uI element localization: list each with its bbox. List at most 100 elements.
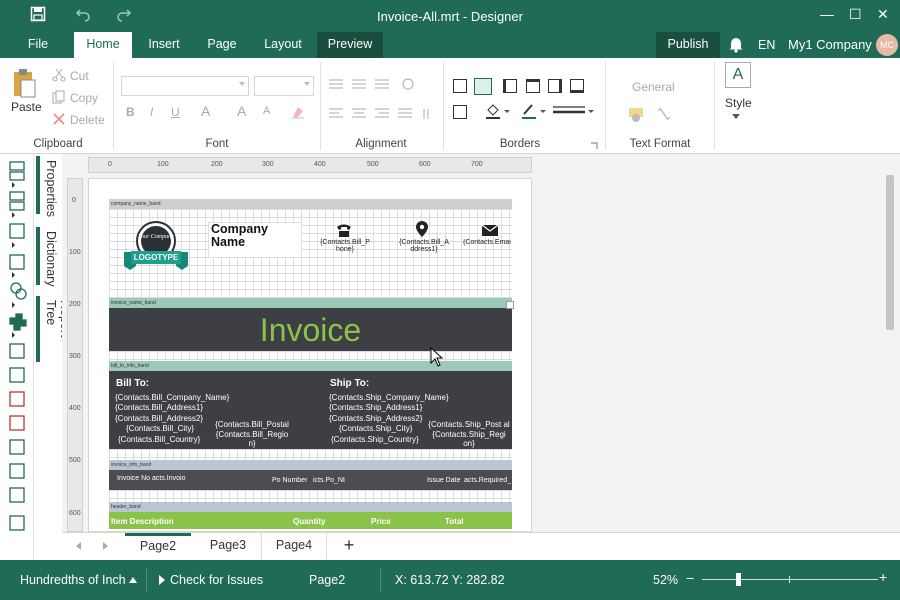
publish-button[interactable]: Publish — [656, 32, 720, 58]
issue-date-label[interactable]: Issue Date — [427, 477, 460, 484]
company-name-text[interactable]: Company Name — [208, 222, 302, 258]
dialog-launcher-icon[interactable] — [590, 142, 598, 150]
header-col[interactable]: Price — [371, 517, 391, 526]
chevron-up-icon[interactable] — [129, 577, 137, 583]
ship-region-field[interactable]: {Contacts.Ship_Regi on} — [428, 430, 510, 448]
band-label[interactable]: bill_to_info_band — [109, 361, 512, 371]
tab-page[interactable]: Page — [196, 32, 248, 58]
company-name[interactable]: My1 Company — [788, 37, 872, 52]
paste-icon[interactable] — [12, 68, 38, 100]
component-icons[interactable] — [8, 160, 30, 548]
band-resize-handle[interactable] — [506, 301, 514, 309]
font-size-combo[interactable] — [254, 76, 314, 96]
italic-button[interactable]: I — [150, 105, 153, 119]
chevron-left-icon[interactable] — [74, 541, 84, 551]
page-tab[interactable]: Page4 — [261, 533, 327, 560]
border-all-icon[interactable] — [453, 79, 467, 93]
tab-home[interactable]: Home — [74, 32, 132, 58]
contact-email-field[interactable]: {Contacts.Emai l} — [463, 239, 511, 247]
style-button[interactable]: Style — [725, 96, 752, 110]
clear-format-icon[interactable] — [290, 105, 306, 119]
band-label[interactable]: invoice_name_band — [109, 298, 512, 308]
ship-line[interactable]: {Contacts.Ship_Address1} — [329, 403, 422, 412]
ship-line[interactable]: {Contacts.Ship_Country} — [331, 435, 419, 444]
po-number-field[interactable]: icts.Po_Nt — [313, 477, 345, 484]
header-col[interactable]: Total — [445, 517, 464, 526]
ship-to-heading[interactable]: Ship To: — [330, 378, 369, 389]
copy-button[interactable]: Copy — [70, 91, 98, 105]
border-right-icon[interactable] — [548, 79, 562, 93]
language-selector[interactable]: EN — [758, 38, 775, 52]
invoice-no-label[interactable]: Invoice No — [117, 475, 150, 482]
contact-address-field[interactable]: {Contacts.Bill_A ddress1} — [396, 239, 452, 253]
cut-icon[interactable] — [52, 68, 66, 82]
bill-to-heading[interactable]: Bill To: — [116, 378, 149, 389]
style-icon[interactable]: A — [725, 62, 751, 88]
shrink-font-button[interactable]: A — [263, 105, 270, 117]
play-icon[interactable] — [158, 575, 166, 585]
tab-dictionary[interactable]: Dictionary — [36, 227, 60, 287]
tab-layout[interactable]: Layout — [256, 32, 310, 58]
bell-icon[interactable] — [728, 35, 744, 53]
logotype-image[interactable] — [122, 221, 190, 271]
border-none-icon[interactable] — [474, 78, 492, 95]
ship-line[interactable]: {Contacts.Ship_Address2} — [329, 414, 422, 423]
cut-button[interactable]: Cut — [70, 69, 89, 83]
avatar[interactable]: MC — [876, 34, 898, 56]
paste-button[interactable]: Paste — [11, 100, 42, 114]
border-left-icon[interactable] — [503, 79, 517, 93]
page-tab[interactable]: Page2 — [125, 533, 191, 560]
tab-insert[interactable]: Insert — [138, 32, 190, 58]
font-name-combo[interactable] — [121, 76, 249, 96]
header-col[interactable]: Item Description — [111, 517, 174, 526]
ship-line[interactable]: {Contacts.Ship_Company_Name} — [329, 393, 449, 402]
vertical-scrollbar[interactable] — [886, 175, 894, 330]
delete-button[interactable]: Delete — [70, 113, 105, 127]
ship-line[interactable]: {Contacts.Ship_City} — [339, 424, 412, 433]
check-issues-button[interactable]: Check for Issues — [170, 573, 263, 587]
band-label[interactable]: invoice_info_band — [109, 460, 512, 470]
bill-line[interactable]: {Contacts.Bill_City} — [126, 424, 194, 433]
border-bottom-icon[interactable] — [570, 79, 584, 93]
invoice-no-field[interactable]: acts.Invoio — [152, 475, 185, 482]
minimize-button[interactable]: — — [820, 6, 834, 22]
border-top-icon[interactable] — [526, 79, 540, 93]
issue-date-field[interactable]: acts.Required_ — [464, 477, 511, 484]
bill-line[interactable]: {Contacts.Bill_Address1} — [115, 403, 203, 412]
grow-font-button[interactable]: A — [237, 103, 246, 119]
po-number-label[interactable]: Po Number — [272, 477, 307, 484]
zoom-in-button[interactable]: + — [879, 569, 887, 585]
band-label[interactable]: header_band — [109, 502, 512, 512]
page-tab[interactable]: Page3 — [195, 533, 261, 560]
bold-button[interactable]: B — [126, 105, 135, 119]
chevron-right-icon[interactable] — [100, 541, 110, 551]
bill-region-field[interactable]: {Contacts.Bill_Regio n} — [212, 430, 292, 448]
fill-color-icon[interactable] — [484, 102, 512, 120]
text-format-combo[interactable]: General — [632, 80, 675, 94]
close-button[interactable]: ✕ — [877, 6, 889, 23]
maximize-button[interactable]: ☐ — [849, 6, 862, 23]
tab-preview[interactable]: Preview — [317, 32, 383, 58]
underline-button[interactable]: U — [171, 105, 180, 119]
invoice-title[interactable]: Invoice — [109, 310, 512, 350]
border-style-icon[interactable] — [552, 102, 596, 120]
units-selector[interactable]: Hundredths of Inch — [20, 573, 126, 587]
border-color-icon[interactable] — [520, 102, 548, 120]
tab-properties[interactable]: Properties — [36, 156, 60, 217]
font-color-button[interactable]: A — [201, 103, 210, 119]
header-col[interactable]: Quantity — [293, 517, 325, 526]
bill-line[interactable]: {Contacts.Bill_Country} — [118, 435, 200, 444]
zoom-slider[interactable] — [702, 579, 878, 580]
delete-icon[interactable] — [52, 112, 66, 126]
zoom-slider-thumb[interactable] — [736, 573, 741, 586]
alignment-icons[interactable] — [328, 76, 438, 132]
tab-file[interactable]: File — [0, 32, 76, 58]
band-label[interactable]: company_name_band — [109, 199, 512, 209]
contact-phone-field[interactable]: {Contacts.Bill_P hone} — [317, 239, 373, 253]
border-shadow-icon[interactable] — [453, 105, 467, 119]
tab-report-tree[interactable]: Report Tree — [36, 296, 72, 362]
chevron-down-icon[interactable] — [732, 114, 740, 120]
add-page-button[interactable]: + — [337, 533, 361, 560]
bill-line[interactable]: {Contacts.Bill_Company_Name} — [115, 393, 229, 402]
bill-line[interactable]: {Contacts.Bill_Address2} — [115, 414, 203, 423]
